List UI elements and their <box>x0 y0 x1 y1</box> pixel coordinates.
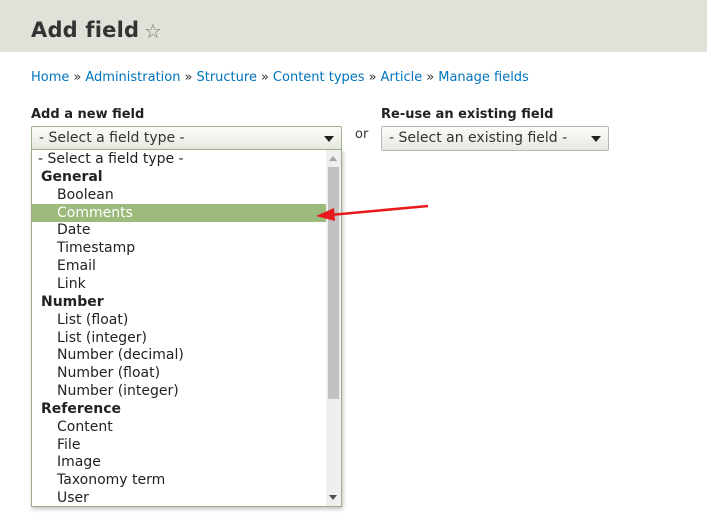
breadcrumb-article[interactable]: Article <box>381 70 423 85</box>
chevron-down-icon <box>324 136 334 142</box>
dropdown-option[interactable]: Email <box>32 257 326 275</box>
dropdown-option[interactable]: Timestamp <box>32 239 326 257</box>
breadcrumb-separator: » <box>426 70 435 85</box>
breadcrumb-separator: » <box>260 70 269 85</box>
dropdown-option[interactable]: File <box>32 436 326 454</box>
dropdown-option[interactable]: Link <box>32 275 326 293</box>
star-outline-icon[interactable]: ☆ <box>144 20 162 42</box>
field-type-select-value: - Select a field type - <box>39 130 185 146</box>
breadcrumb-separator: » <box>184 70 193 85</box>
dropdown-option[interactable]: User <box>32 489 326 506</box>
dropdown-option[interactable]: List (float) <box>32 311 326 329</box>
breadcrumb-home[interactable]: Home <box>31 70 69 85</box>
dropdown-option[interactable]: Comments <box>32 203 326 222</box>
field-type-dropdown-list[interactable]: - Select a field type - General Boolean Com… <box>31 149 342 507</box>
dropdown-option[interactable]: Content <box>32 418 326 436</box>
dropdown-option[interactable]: Image <box>32 453 326 471</box>
breadcrumb-administration[interactable]: Administration <box>85 70 180 85</box>
chevron-down-icon <box>591 136 601 142</box>
breadcrumb-manage-fields[interactable]: Manage fields <box>438 70 529 85</box>
add-new-field-label: Add a new field <box>31 107 145 122</box>
page-title: Add field <box>31 18 140 42</box>
scroll-down-icon[interactable] <box>329 495 337 500</box>
dropdown-option[interactable]: Date <box>32 221 326 239</box>
scroll-up-icon[interactable] <box>329 156 337 161</box>
breadcrumb: Home» Administration» Structure» Content ty… <box>31 70 529 85</box>
option-group-label: Number <box>41 293 104 310</box>
dropdown-option[interactable]: - Select a field type - <box>32 150 326 168</box>
breadcrumb-content-types[interactable]: Content types <box>273 70 365 85</box>
reuse-field-label: Re-use an existing field <box>381 107 554 122</box>
arrow-shaft <box>329 204 429 217</box>
existing-field-select-value: - Select an existing field - <box>389 130 568 146</box>
option-group-label: General <box>41 168 103 185</box>
field-type-select[interactable]: - Select a field type - <box>31 126 342 151</box>
dropdown-option[interactable]: Number (float) <box>32 364 326 382</box>
dropdown-option[interactable]: List (integer) <box>32 329 326 347</box>
dropdown-option[interactable]: Taxonomy term <box>32 471 326 489</box>
option-group-label: Reference <box>41 400 122 417</box>
breadcrumb-separator: » <box>368 70 377 85</box>
existing-field-select[interactable]: - Select an existing field - <box>381 126 609 151</box>
dropdown-option[interactable]: Number (decimal) <box>32 346 326 364</box>
page-header: Add field ☆ <box>0 0 707 52</box>
breadcrumb-structure[interactable]: Structure <box>196 70 256 85</box>
breadcrumb-separator: » <box>73 70 82 85</box>
arrow-head <box>316 208 335 221</box>
dropdown-option[interactable]: Number (integer) <box>32 382 326 400</box>
or-text: or <box>355 127 369 142</box>
dropdown-option[interactable]: Boolean <box>32 186 326 204</box>
annotation-arrow-icon <box>316 204 429 221</box>
